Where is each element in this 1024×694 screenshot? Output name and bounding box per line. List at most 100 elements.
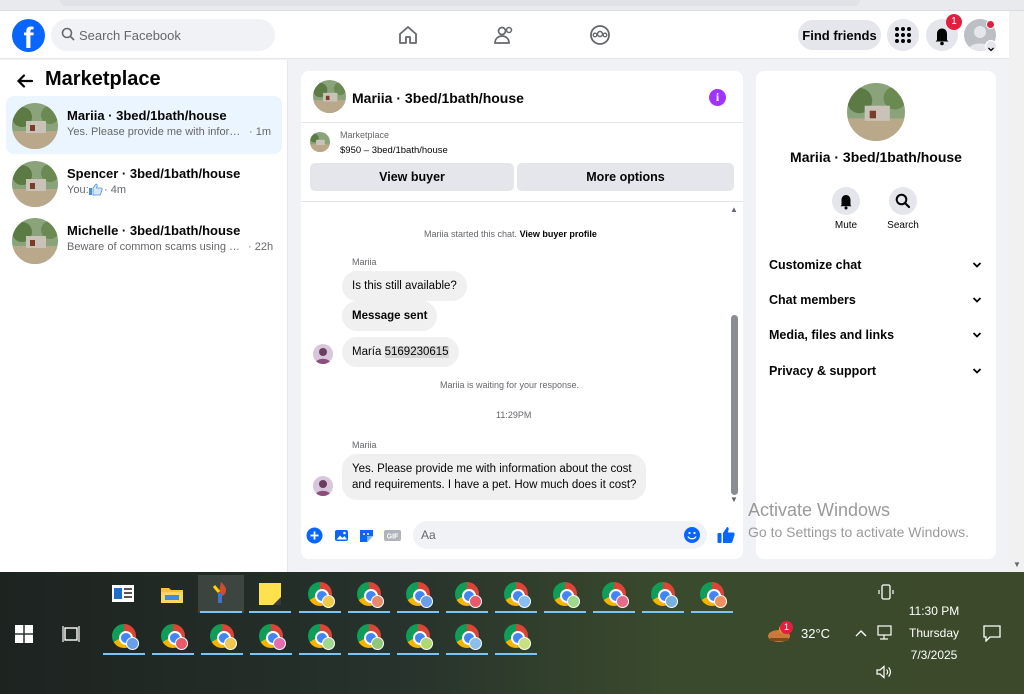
taskbar-chrome-profile[interactable] — [297, 617, 343, 655]
notification-count-badge: 1 — [946, 14, 962, 30]
home-icon[interactable] — [396, 23, 420, 47]
view-buyer-button[interactable]: View buyer — [310, 163, 514, 191]
taskbar-chrome-profile[interactable] — [444, 575, 490, 613]
taskbar-app-paint[interactable] — [198, 575, 244, 613]
chat-scrollbar-thumb[interactable] — [731, 315, 738, 495]
page-scrollbar[interactable]: ▼ — [1009, 11, 1024, 572]
marketplace-inbox-sidebar: Marketplace Mariia · 3bed/1bath/house Ye… — [0, 60, 288, 572]
view-buyer-profile-link[interactable]: View buyer profile — [520, 229, 597, 239]
windows-start-icon[interactable] — [15, 625, 33, 643]
sidebar-title: Marketplace — [45, 68, 161, 90]
message-sender: Mariia — [352, 257, 377, 267]
media-files-links-section[interactable]: Media, files and links — [756, 319, 996, 351]
info-icon[interactable]: i — [709, 89, 726, 106]
chevron-down-icon — [972, 262, 982, 268]
gif-icon[interactable]: GIF — [383, 527, 402, 544]
section-label: Customize chat — [769, 258, 862, 272]
section-label: Privacy & support — [769, 364, 876, 378]
taskbar-chrome-profile[interactable] — [395, 575, 441, 613]
taskbar-chrome-profile[interactable] — [640, 575, 686, 613]
listing-price: $950 – 3bed/1bath/house — [340, 145, 448, 156]
windows-taskbar: 1 32°C 11:30 PM Thursday 7/3/2025 — [0, 572, 1024, 694]
chat-listing-thumbnail[interactable] — [313, 80, 346, 113]
message-bubble: Yes. Please provide me with information … — [342, 454, 647, 500]
scroll-up-arrow-icon[interactable]: ▲ — [730, 205, 738, 214]
taskbar-chrome-profile[interactable] — [248, 617, 294, 655]
volume-icon[interactable] — [876, 665, 894, 679]
activate-windows-watermark: Activate Windows Go to Settings to activ… — [748, 500, 969, 540]
more-options-button[interactable]: More options — [517, 163, 734, 191]
sticker-icon[interactable] — [358, 527, 375, 544]
taskbar-chrome-profile[interactable] — [346, 575, 392, 613]
emoji-icon[interactable] — [683, 526, 701, 544]
taskbar-chrome-profile[interactable] — [101, 617, 147, 655]
search-input[interactable] — [79, 19, 269, 51]
clock-date[interactable]: 7/3/2025 — [904, 648, 964, 662]
taskbar-chrome-profile[interactable] — [150, 617, 196, 655]
scroll-down-arrow-icon[interactable]: ▼ — [1013, 560, 1021, 569]
taskbar-chrome-profile[interactable] — [542, 575, 588, 613]
taskbar-chrome-profile[interactable] — [493, 617, 539, 655]
account-chevron-icon[interactable] — [985, 40, 997, 52]
conversation-snippet: Beware of common scams using pay... — [67, 241, 245, 253]
scroll-down-arrow-icon[interactable]: ▼ — [730, 495, 738, 504]
network-icon[interactable] — [877, 625, 895, 641]
thumbs-up-icon[interactable] — [716, 525, 736, 545]
facebook-logo-icon[interactable]: f — [12, 19, 45, 52]
customize-chat-section[interactable]: Customize chat — [756, 249, 996, 281]
photo-icon[interactable] — [333, 527, 350, 544]
action-center-icon[interactable] — [983, 625, 1001, 642]
message-input-box[interactable] — [413, 521, 707, 549]
clock-day[interactable]: Thursday — [904, 626, 964, 640]
friends-icon[interactable] — [492, 23, 516, 47]
message-list: Mariia started this chat. View buyer pro… — [301, 202, 743, 510]
taskbar-app-file-explorer[interactable] — [149, 575, 195, 613]
chat-title[interactable]: Mariia · 3bed/1bath/house — [352, 90, 524, 106]
taskbar-app-news[interactable] — [100, 575, 146, 613]
listing-mini-thumbnail — [310, 132, 330, 152]
sender-avatar[interactable] — [313, 344, 333, 364]
menu-button[interactable] — [887, 19, 919, 51]
phone-link-icon[interactable] — [878, 584, 894, 600]
show-hidden-icons-chevron-icon[interactable] — [855, 628, 867, 638]
listing-thumbnail — [12, 218, 58, 264]
chat-members-section[interactable]: Chat members — [756, 284, 996, 316]
taskbar-chrome-profile[interactable] — [591, 575, 637, 613]
thumbs-up-sticker-icon — [89, 183, 103, 196]
sender-avatar[interactable] — [313, 476, 333, 496]
taskbar-chrome-profile[interactable] — [199, 617, 245, 655]
message-bubble: María 5169230615 — [342, 337, 459, 367]
groups-icon[interactable] — [588, 23, 612, 47]
plus-circle-icon[interactable] — [306, 527, 323, 544]
task-view-icon[interactable] — [62, 625, 80, 643]
search-icon — [61, 27, 75, 41]
facebook-topbar: f Find friends 1 — [0, 11, 1009, 59]
weather-badge: 1 — [780, 621, 793, 634]
conversation-item[interactable]: Michelle · 3bed/1bath/house Beware of co… — [6, 211, 282, 269]
mute-button[interactable] — [832, 187, 860, 215]
phone-number: 5169230615 — [384, 346, 449, 358]
taskbar-chrome-profile[interactable] — [346, 617, 392, 655]
chevron-down-icon — [972, 332, 982, 338]
conversation-item[interactable]: Spencer · 3bed/1bath/house You: · 4m — [6, 154, 282, 212]
listing-thumbnail — [12, 103, 58, 149]
taskbar-chrome-profile[interactable] — [689, 575, 735, 613]
privacy-support-section[interactable]: Privacy & support — [756, 355, 996, 387]
chat-window: Mariia · 3bed/1bath/house i Marketplace … — [301, 71, 743, 559]
listing-summary: Marketplace $950 – 3bed/1bath/house View… — [301, 124, 743, 202]
message-bubble: Message sent — [342, 301, 438, 331]
taskbar-app-sticky-notes[interactable] — [247, 575, 293, 613]
search-label: Search — [887, 220, 919, 231]
clock-time[interactable]: 11:30 PM — [904, 604, 964, 618]
message-input[interactable] — [421, 521, 671, 549]
taskbar-chrome-profile[interactable] — [493, 575, 539, 613]
search-box[interactable] — [51, 19, 275, 51]
search-in-chat-button[interactable] — [889, 187, 917, 215]
taskbar-chrome-profile[interactable] — [297, 575, 343, 613]
taskbar-chrome-profile[interactable] — [444, 617, 490, 655]
conversation-item[interactable]: Mariia · 3bed/1bath/house Yes. Please pr… — [6, 96, 282, 154]
taskbar-chrome-profile[interactable] — [395, 617, 441, 655]
grid-menu-icon — [895, 27, 911, 43]
back-arrow-icon[interactable] — [16, 72, 34, 90]
find-friends-button[interactable]: Find friends — [798, 20, 881, 50]
